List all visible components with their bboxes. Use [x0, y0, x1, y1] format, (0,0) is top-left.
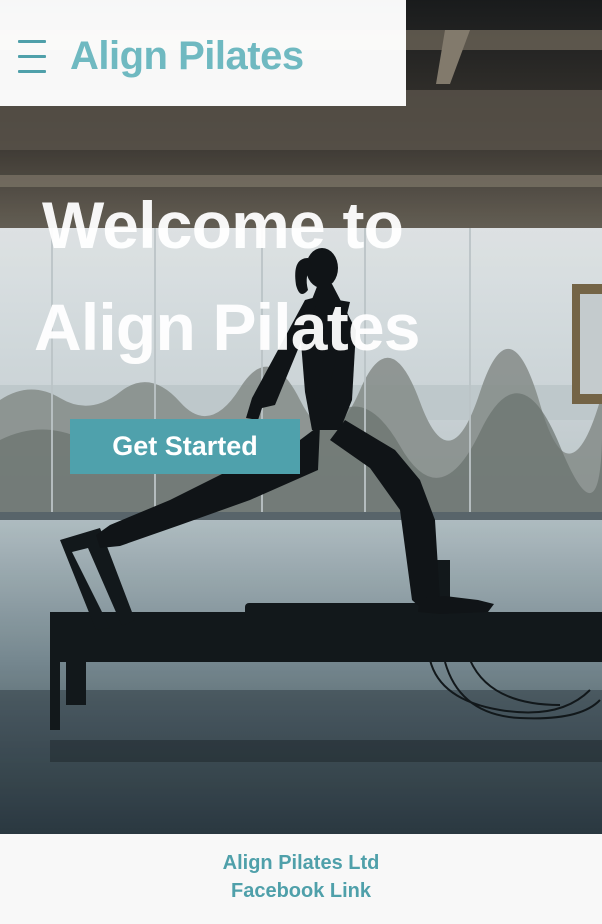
hero-heading: Welcome to Align Pilates — [34, 174, 504, 378]
hero-photo — [0, 0, 602, 834]
brand-logo-text[interactable]: Align Pilates — [70, 32, 304, 80]
get-started-button[interactable]: Get Started — [70, 419, 300, 474]
menu-bar — [18, 55, 46, 58]
facebook-link[interactable]: Facebook Link — [0, 877, 602, 905]
page: Welcome to Align Pilates Get Started Ali… — [0, 0, 602, 924]
menu-bar — [18, 40, 46, 43]
footer-company-name: Align Pilates Ltd — [222, 852, 380, 874]
hero-heading-line2: Align Pilates — [34, 290, 421, 364]
site-footer: Align Pilates Ltd Facebook Link — [0, 834, 602, 924]
menu-bar — [18, 70, 46, 73]
hero-section: Welcome to Align Pilates Get Started — [0, 0, 602, 834]
top-header: Align Pilates — [0, 0, 406, 106]
hamburger-menu-icon[interactable] — [18, 38, 46, 74]
hero-heading-line1: Welcome to — [42, 188, 404, 262]
